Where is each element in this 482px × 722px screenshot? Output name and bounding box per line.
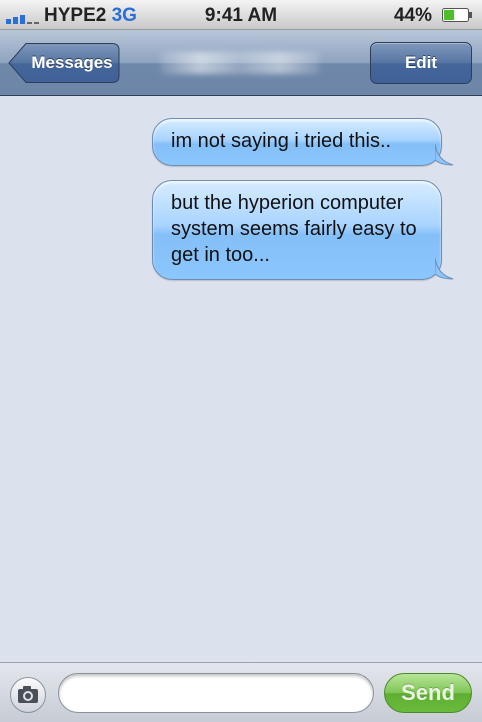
battery-icon — [442, 8, 472, 22]
edit-button[interactable]: Edit — [370, 42, 472, 84]
back-button-label: Messages — [31, 53, 113, 72]
compose-bar: Send — [0, 662, 482, 722]
message-text: but the hyperion computer system seems f… — [171, 192, 417, 266]
status-bar: HYPE2 3G 9:41 AM 44% — [0, 0, 482, 30]
message-bubble: im not saying i tried this.. — [152, 118, 454, 166]
battery-percent: 44% — [393, 5, 432, 26]
send-button[interactable]: Send — [384, 673, 472, 713]
bubble-tail — [435, 258, 454, 280]
message-input[interactable] — [58, 673, 374, 713]
messages-back-button[interactable]: Messages — [8, 42, 120, 84]
camera-button[interactable] — [10, 677, 46, 713]
nav-bar: Messages Edit — [0, 30, 482, 96]
message-text: im not saying i tried this.. — [171, 130, 392, 152]
bubble-tail — [435, 144, 454, 166]
camera-icon — [18, 686, 38, 703]
message-bubble: but the hyperion computer system seems f… — [152, 180, 454, 280]
conversation-title-blurred — [160, 52, 320, 74]
message-thread[interactable]: im not saying i tried this.. but the hyp… — [0, 96, 482, 662]
